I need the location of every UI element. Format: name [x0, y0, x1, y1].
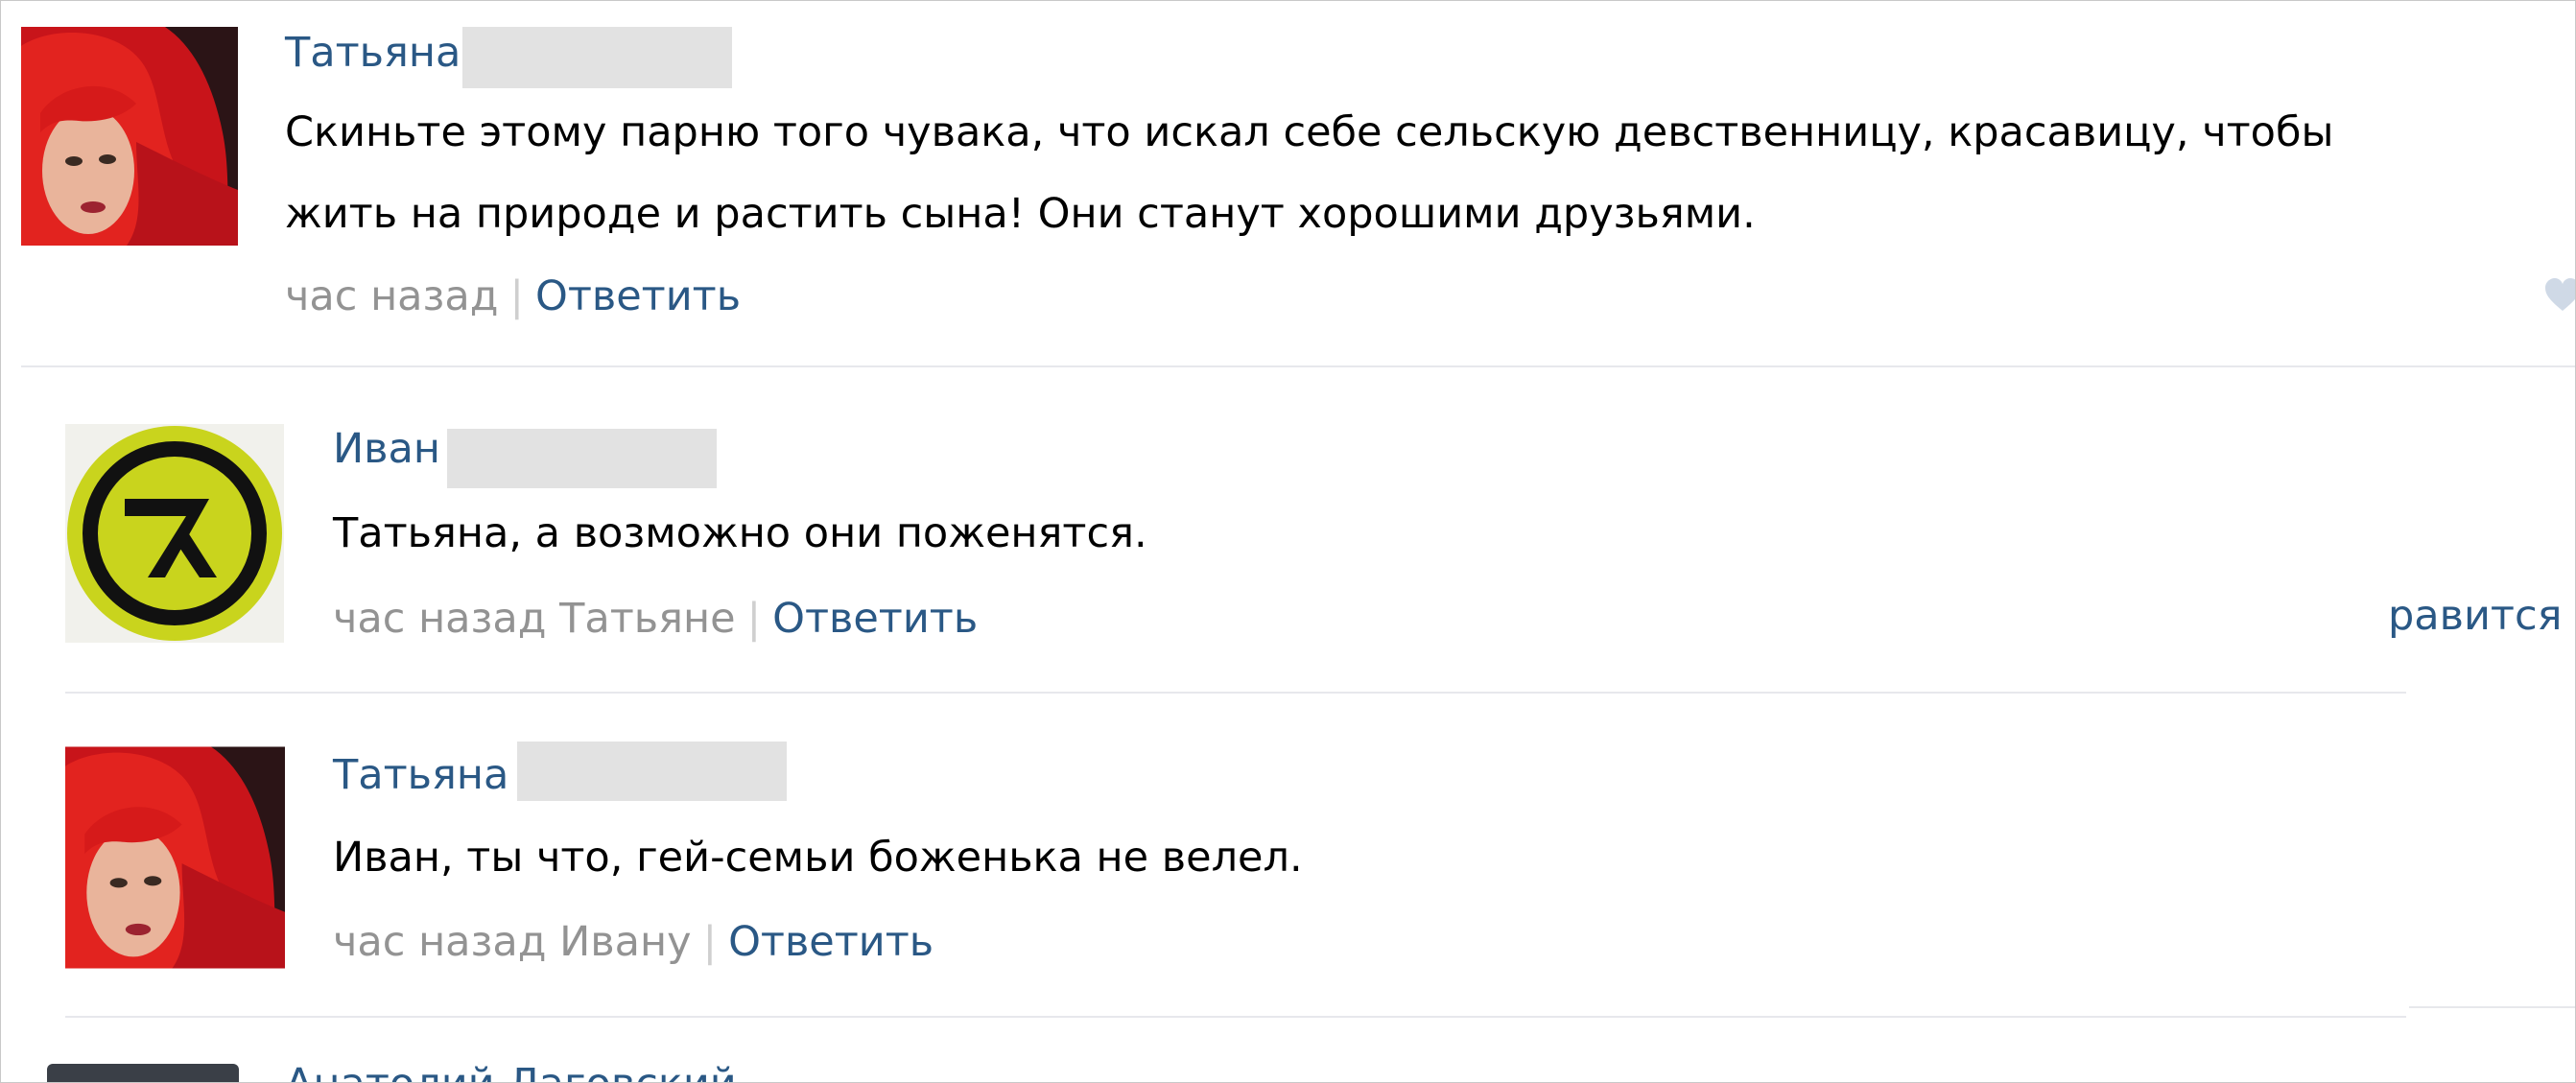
comment-meta: час назад Ивану | Ответить	[333, 922, 934, 963]
like-button[interactable]: равится	[2388, 596, 2563, 637]
meta-separator: |	[509, 272, 524, 320]
comment-text-line: жить на природе и растить сына! Они стан…	[285, 190, 1756, 238]
comment-meta: час назад Татьяне | Ответить	[333, 599, 978, 640]
comment-time[interactable]: час назад Ивану	[333, 918, 692, 966]
comment-author[interactable]: Татьяна	[285, 33, 461, 74]
comment-divider	[65, 1016, 2406, 1018]
comment-text: Иван, ты что, гей-семьи боженька не веле…	[333, 834, 1303, 882]
like-heart-icon[interactable]	[2543, 276, 2576, 315]
reply-button[interactable]: Ответить	[535, 272, 741, 320]
avatar-image	[21, 27, 238, 246]
comment-meta: час назад | Ответить	[285, 276, 741, 318]
reply-button[interactable]: Ответить	[772, 595, 978, 643]
avatar-anatoly[interactable]	[47, 1064, 239, 1082]
comment-divider	[65, 692, 2406, 694]
comment-text: Скиньте этому парню того чувака, что иск…	[285, 92, 2333, 255]
comment-divider	[2409, 1006, 2575, 1008]
comment-author[interactable]: Иван	[333, 429, 440, 470]
comment-time[interactable]: час назад Татьяне	[333, 595, 736, 643]
comment-text-line: Скиньте этому парню того чувака, что иск…	[285, 108, 2334, 156]
avatar-tatyana[interactable]	[21, 27, 238, 246]
avatar-tatyana[interactable]	[65, 746, 285, 969]
aphex-logo-icon	[65, 424, 284, 643]
meta-separator: |	[746, 595, 762, 643]
comment-time[interactable]: час назад	[285, 272, 498, 320]
avatar-ivan[interactable]	[65, 424, 284, 643]
avatar-image	[65, 746, 285, 969]
comments-panel: Татьяна Скиньте этому парню того чувака,…	[0, 0, 2576, 1083]
meta-separator: |	[702, 918, 718, 966]
redacted-surname	[517, 742, 787, 801]
redacted-surname	[462, 27, 732, 88]
comment-text: Татьяна, а возможно они поженятся.	[333, 509, 1147, 557]
comment-author[interactable]: Анатолий Лаговский	[285, 1064, 737, 1083]
comment-author[interactable]: Татьяна	[333, 755, 508, 796]
comment-divider	[21, 365, 2575, 367]
reply-button[interactable]: Ответить	[728, 918, 934, 966]
redacted-surname	[447, 429, 717, 488]
